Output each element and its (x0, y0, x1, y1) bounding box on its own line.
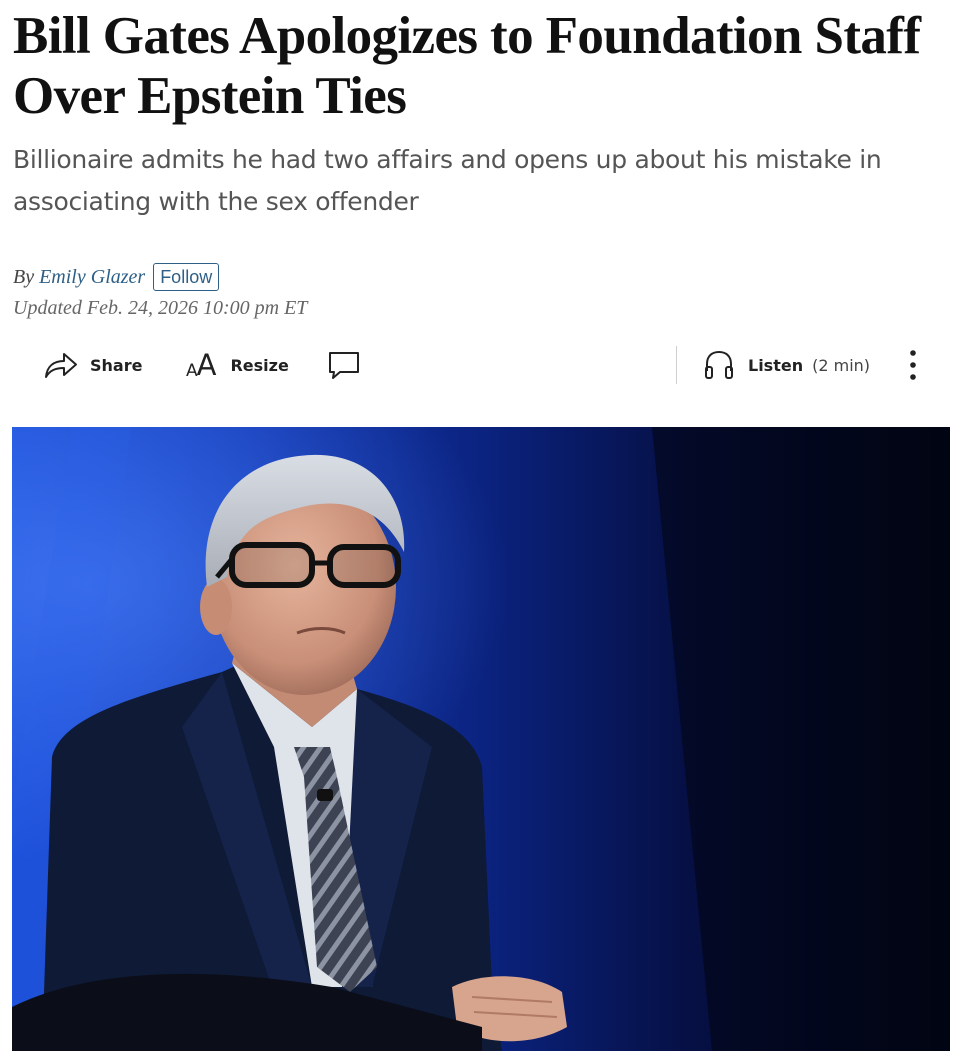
toolbar-divider (676, 346, 677, 384)
resize-icon: AA (186, 347, 217, 382)
byline: By Emily Glazer Follow (13, 262, 220, 292)
resize-button[interactable]: AA Resize (186, 342, 289, 388)
share-icon (45, 353, 77, 378)
listen-button[interactable]: Listen (2 min) (704, 342, 870, 388)
share-button[interactable]: Share (44, 342, 142, 388)
follow-button[interactable]: Follow (153, 263, 220, 291)
headphones-icon (705, 350, 733, 379)
more-options-button[interactable] (903, 342, 923, 388)
comment-icon (329, 352, 359, 379)
hero-image (12, 427, 950, 1051)
listen-duration: (2 min) (812, 355, 871, 375)
more-icon (910, 350, 916, 380)
article-headline: Bill Gates Apologizes to Foundation Staf… (13, 7, 921, 125)
comments-button[interactable] (327, 342, 361, 388)
author-link[interactable]: Emily Glazer (39, 266, 145, 289)
share-label: Share (90, 355, 143, 375)
article-dek: Billionaire admits he had two affairs an… (13, 145, 882, 216)
listen-label: Listen (748, 355, 804, 375)
article-toolbar: Share AA Resize Listen (2 min) (0, 342, 959, 388)
resize-label: Resize (230, 355, 289, 375)
byline-prefix: By (13, 265, 35, 288)
article-timestamp: Updated Feb. 24, 2026 10:00 pm ET (13, 297, 308, 319)
